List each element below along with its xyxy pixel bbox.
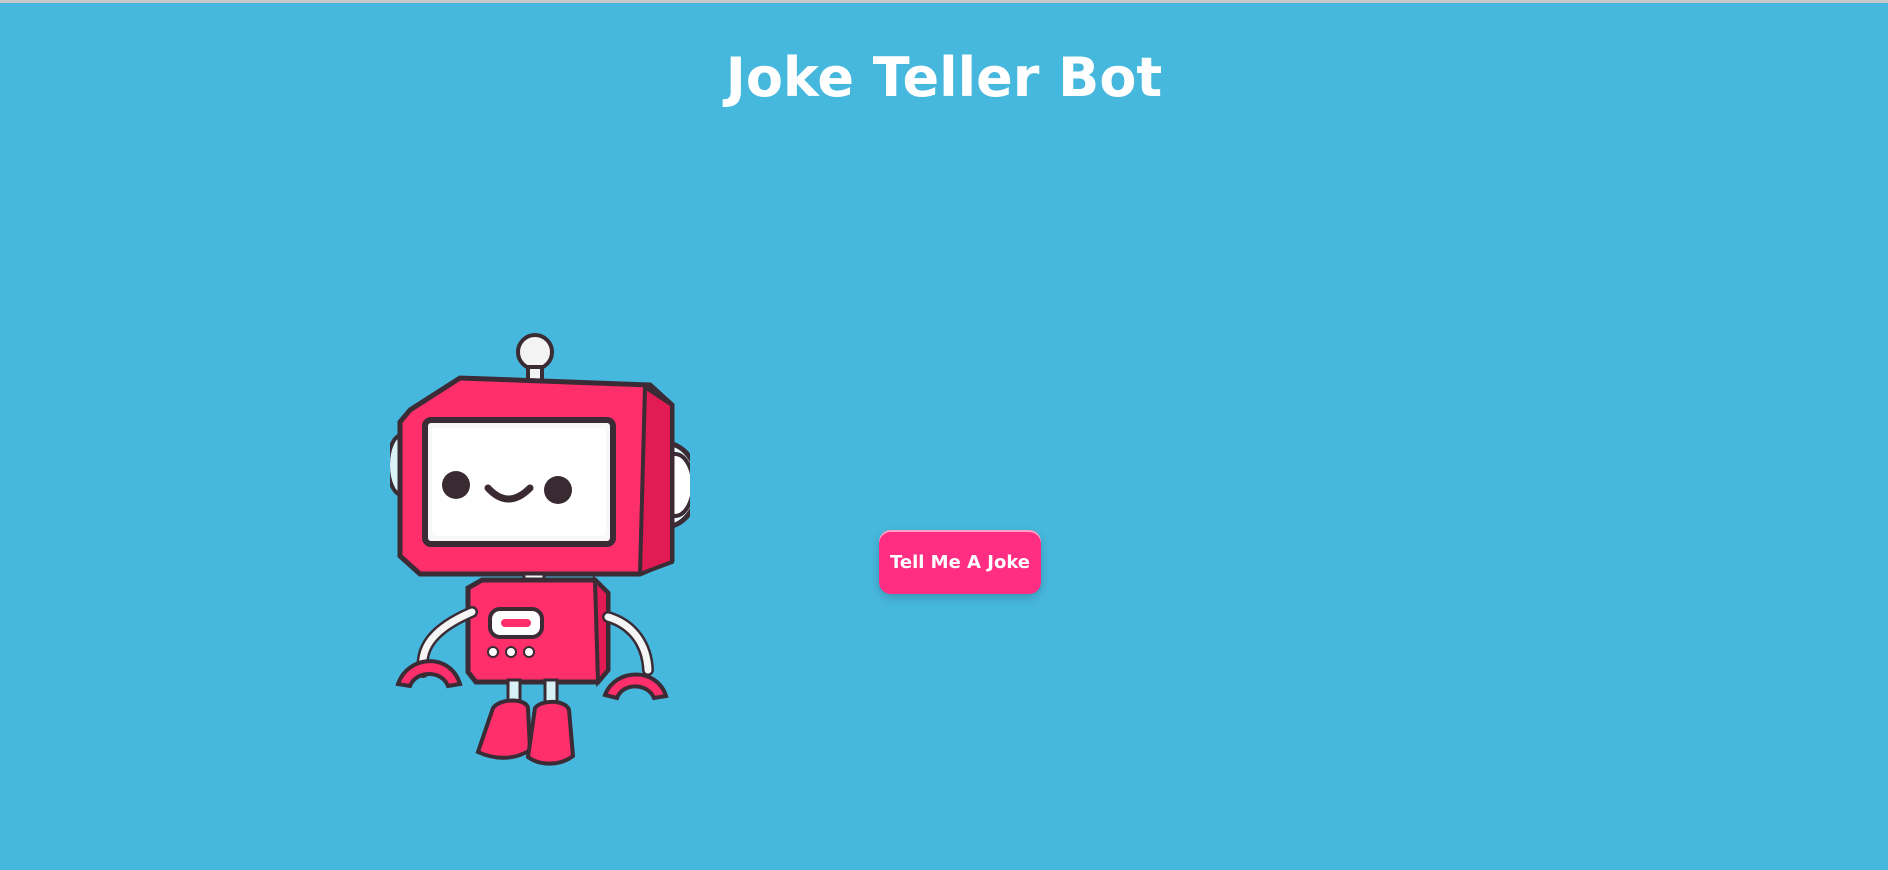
top-border — [0, 0, 1888, 3]
tell-joke-button[interactable]: Tell Me A Joke — [879, 530, 1041, 594]
page-title: Joke Teller Bot — [725, 46, 1163, 109]
robot-icon — [386, 333, 701, 766]
robot-image — [386, 330, 701, 780]
